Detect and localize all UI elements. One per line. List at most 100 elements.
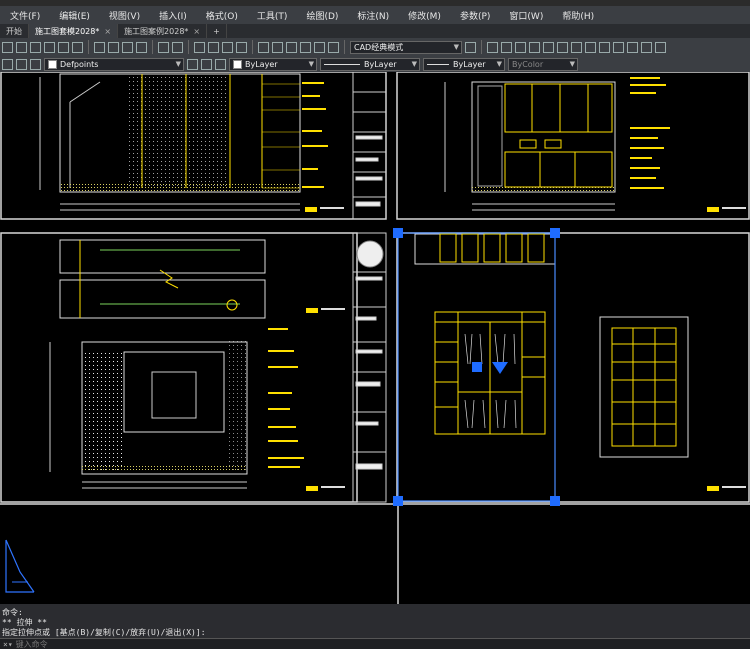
elevation-drawing-2	[444, 77, 746, 212]
linear-dimension-icon[interactable]	[487, 41, 498, 53]
zoom-previous-icon[interactable]	[236, 41, 247, 53]
menu-file[interactable]: 文件(F)	[0, 9, 49, 22]
menu-tools[interactable]: 工具(T)	[247, 9, 297, 22]
title-block-top	[352, 72, 387, 220]
new-tab-button[interactable]: +	[207, 24, 227, 38]
menu-insert[interactable]: 插入(I)	[149, 9, 196, 22]
tool-palettes-icon[interactable]	[286, 41, 297, 53]
plan-drawing	[59, 239, 345, 319]
markup-icon[interactable]	[314, 41, 325, 53]
lightbulb-icon[interactable]	[16, 58, 27, 70]
match-properties-icon[interactable]	[136, 41, 147, 53]
selection-window[interactable]	[393, 228, 560, 506]
menu-bar: 文件(F) 编辑(E) 视图(V) 插入(I) 格式(O) 工具(T) 绘图(D…	[0, 6, 750, 24]
preview-icon[interactable]	[58, 41, 69, 53]
calculator-icon[interactable]	[328, 41, 339, 53]
redo-icon[interactable]	[172, 41, 183, 53]
document-tabs: 开始 施工图套模2028* × 施工图案例2028* × +	[0, 24, 750, 38]
open-file-icon[interactable]	[16, 41, 27, 53]
zoom-realtime-icon[interactable]	[208, 41, 219, 53]
workspace-select[interactable]: CAD经典模式 ▼	[350, 40, 462, 54]
sheet-set-icon[interactable]	[300, 41, 311, 53]
drawing-area[interactable]	[0, 72, 750, 604]
color-swatch	[233, 59, 242, 69]
toolbar-divider	[152, 40, 153, 54]
layer-properties-icon[interactable]	[2, 58, 13, 70]
baseline-dimension-icon[interactable]	[613, 41, 624, 53]
menu-modify[interactable]: 修改(M)	[398, 9, 450, 22]
quick-dimension-icon[interactable]	[599, 41, 610, 53]
continue-dimension-icon[interactable]	[627, 41, 638, 53]
save-icon[interactable]	[30, 41, 41, 53]
toolbar-divider	[481, 40, 482, 54]
command-history-line: 指定拉伸点或 [基点(B)/复制(C)/放弃(U)/退出(X)]:	[2, 628, 206, 637]
ordinate-dimension-icon[interactable]	[529, 41, 540, 53]
new-file-icon[interactable]	[2, 41, 13, 53]
command-window: 命令: ** 拉伸 ** 指定拉伸点或 [基点(B)/复制(C)/放弃(U)/退…	[0, 604, 750, 649]
linetype-select[interactable]: ByLayer ▼	[320, 57, 420, 71]
layer-state-icon[interactable]	[215, 58, 226, 70]
tab-drawing-case[interactable]: 施工图案例2028* ×	[118, 24, 208, 38]
wardrobe-elevation	[414, 233, 746, 491]
menu-format[interactable]: 格式(O)	[196, 9, 247, 22]
stretch-grip-icon[interactable]	[492, 362, 508, 374]
menu-draw[interactable]: 绘图(D)	[296, 9, 347, 22]
title-block-mid	[352, 232, 387, 503]
radius-dimension-icon[interactable]	[543, 41, 554, 53]
grip-handle[interactable]	[393, 228, 403, 238]
plotstyle-select[interactable]: ByColor ▼	[508, 57, 578, 71]
grip-handle[interactable]	[393, 496, 403, 506]
menu-parametric[interactable]: 参数(P)	[450, 9, 499, 22]
pan-icon[interactable]	[194, 41, 205, 53]
dimension-break-icon[interactable]	[655, 41, 666, 53]
drawing-canvas[interactable]	[0, 72, 750, 604]
copy-icon[interactable]	[108, 41, 119, 53]
lineweight-preview	[427, 63, 449, 65]
color-select[interactable]: ByLayer ▼	[229, 57, 317, 71]
menu-edit[interactable]: 编辑(E)	[49, 9, 99, 22]
command-input[interactable]	[15, 639, 216, 649]
zoom-window-icon[interactable]	[222, 41, 233, 53]
command-input-bar[interactable]: ×▾	[0, 638, 750, 649]
properties-icon[interactable]	[258, 41, 269, 53]
layer-color-swatch	[48, 59, 57, 69]
grip-handle[interactable]	[550, 228, 560, 238]
angular-dimension-icon[interactable]	[585, 41, 596, 53]
menu-dimension[interactable]: 标注(N)	[347, 9, 398, 22]
chevron-down-icon: ▼	[496, 59, 502, 68]
linetype-preview	[324, 63, 360, 65]
print-icon[interactable]	[44, 41, 55, 53]
properties-toolbar: Defpoints ▼ ByLayer ▼ ByLayer ▼ ByLayer ▼ By…	[0, 56, 750, 72]
chevron-down-icon: ▼	[175, 59, 181, 68]
jogged-dimension-icon[interactable]	[557, 41, 568, 53]
grip-handle[interactable]	[550, 496, 560, 506]
tab-drawing-template[interactable]: 施工图套模2028* ×	[29, 24, 119, 38]
layer-select[interactable]: Defpoints ▼	[44, 57, 184, 71]
ucs-icon	[5, 539, 35, 593]
diameter-dimension-icon[interactable]	[571, 41, 582, 53]
freeze-icon[interactable]	[30, 58, 41, 70]
menu-help[interactable]: 帮助(H)	[552, 9, 603, 22]
menu-view[interactable]: 视图(V)	[99, 9, 149, 22]
close-tab-icon[interactable]: ×	[193, 27, 200, 36]
aligned-dimension-icon[interactable]	[501, 41, 512, 53]
workspace-settings-icon[interactable]	[465, 41, 476, 53]
design-center-icon[interactable]	[272, 41, 283, 53]
toolbar-divider	[344, 40, 345, 54]
lineweight-select[interactable]: ByLayer ▼	[423, 57, 505, 71]
chevron-down-icon: ▼	[411, 59, 417, 68]
grip-handle[interactable]	[472, 362, 482, 372]
undo-icon[interactable]	[158, 41, 169, 53]
layer-previous-icon[interactable]	[201, 58, 212, 70]
arc-length-icon[interactable]	[515, 41, 526, 53]
tab-start[interactable]: 开始	[0, 24, 29, 38]
toolbar-divider	[88, 40, 89, 54]
publish-icon[interactable]	[72, 41, 83, 53]
paste-icon[interactable]	[122, 41, 133, 53]
menu-window[interactable]: 窗口(W)	[499, 9, 552, 22]
make-current-layer-icon[interactable]	[187, 58, 198, 70]
dimension-space-icon[interactable]	[641, 41, 652, 53]
close-tab-icon[interactable]: ×	[104, 27, 111, 36]
cut-icon[interactable]	[94, 41, 105, 53]
command-prompt-icon[interactable]: ×▾	[3, 640, 13, 649]
